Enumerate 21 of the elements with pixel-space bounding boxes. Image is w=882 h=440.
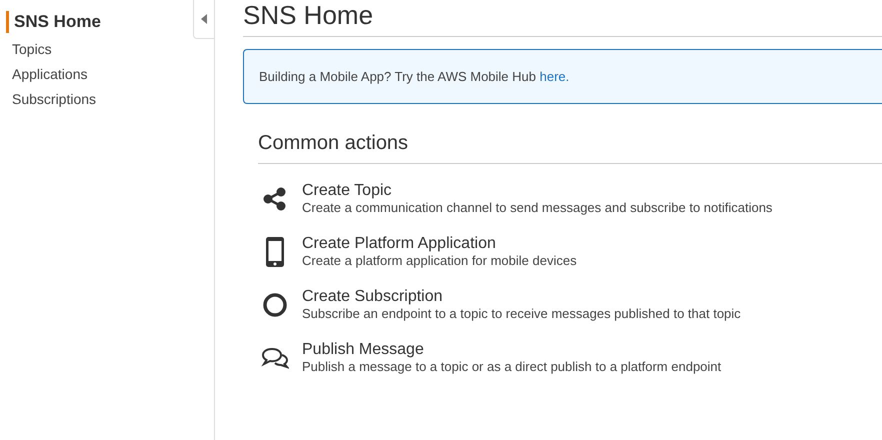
action-link[interactable]: Publish Message — [302, 341, 722, 359]
action-description: Create a communication channel to send messages and subscribe to notifications — [302, 200, 772, 216]
share-icon — [262, 186, 288, 212]
banner-link[interactable]: here. — [540, 68, 570, 84]
section-title: Common actions — [258, 131, 882, 164]
chat-bubbles-icon — [261, 346, 289, 370]
circle-icon — [262, 292, 288, 318]
collapse-sidebar-button[interactable] — [193, 0, 215, 39]
action-description: Create a platform application for mobile devices — [302, 253, 577, 269]
action-description: Subscribe an endpoint to a topic to receive messages published to that topic — [302, 306, 741, 322]
sidebar-item[interactable]: Subscriptions — [12, 87, 96, 112]
sidebar-item[interactable]: Applications — [12, 62, 88, 87]
action-link[interactable]: Create Subscription — [302, 288, 741, 306]
sidebar-item[interactable]: Topics — [12, 37, 52, 62]
page-title: SNS Home — [243, 0, 882, 37]
action-description: Publish a message to a topic or as a direct publish to a platform endpoint — [302, 359, 722, 375]
sidebar-item[interactable]: SNS Home — [6, 11, 101, 33]
caret-left-icon — [201, 14, 207, 24]
banner-text: Building a Mobile App? Try the AWS Mobile Hub here. — [259, 68, 570, 86]
action-link[interactable]: Create Platform Application — [302, 235, 577, 253]
action-link[interactable]: Create Topic — [302, 182, 772, 200]
